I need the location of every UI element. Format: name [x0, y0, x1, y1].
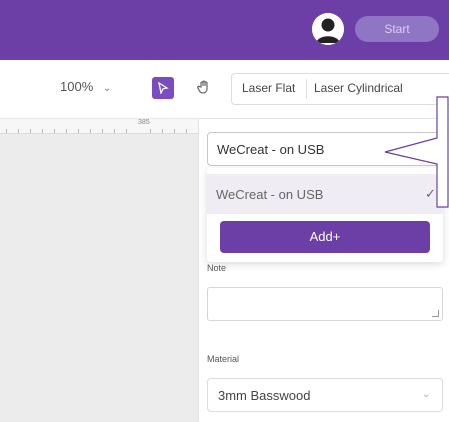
device-dropdown-menu: WeCreat - on USB ✓ Add+: [207, 168, 443, 262]
toolbar: 100% ⌄ Laser Flat Laser Cylindrical: [0, 60, 449, 119]
select-tool-button[interactable]: [152, 77, 174, 99]
start-button[interactable]: Start: [355, 16, 439, 42]
note-textarea[interactable]: [207, 287, 443, 321]
material-select-value: 3mm Basswood: [218, 388, 311, 403]
top-header: Start: [0, 0, 449, 60]
device-option-label: WeCreat - on USB: [216, 187, 324, 202]
horizontal-ruler: 385: [0, 119, 198, 134]
device-option[interactable]: WeCreat - on USB ✓: [207, 174, 443, 214]
checkmark-icon: ✓: [425, 186, 436, 201]
mode-selector: Laser Flat Laser Cylindrical: [231, 73, 449, 105]
add-device-button[interactable]: Add+: [220, 221, 430, 253]
chevron-down-icon: ⌄: [422, 389, 431, 400]
cursor-arrow-icon: [158, 82, 169, 94]
material-label: Material: [207, 354, 240, 364]
material-select[interactable]: 3mm Basswood ⌄: [207, 378, 443, 412]
note-label: Note: [207, 263, 227, 273]
zoom-value: 100%: [60, 79, 94, 94]
hand-icon[interactable]: [197, 80, 211, 100]
device-select[interactable]: WeCreat - on USB: [207, 132, 443, 166]
tab-laser-flat[interactable]: Laser Flat: [242, 81, 295, 95]
chevron-down-icon: ⌄: [102, 83, 112, 94]
user-avatar-icon[interactable]: [312, 13, 344, 45]
ruler-label: 385: [138, 119, 150, 126]
device-select-value: WeCreat - on USB: [217, 142, 325, 157]
mode-divider: [306, 79, 307, 99]
resize-handle-icon[interactable]: [432, 310, 439, 317]
zoom-dropdown[interactable]: 100% ⌄: [60, 79, 111, 94]
design-canvas[interactable]: [0, 119, 198, 422]
tab-laser-cylindrical[interactable]: Laser Cylindrical: [314, 81, 403, 95]
